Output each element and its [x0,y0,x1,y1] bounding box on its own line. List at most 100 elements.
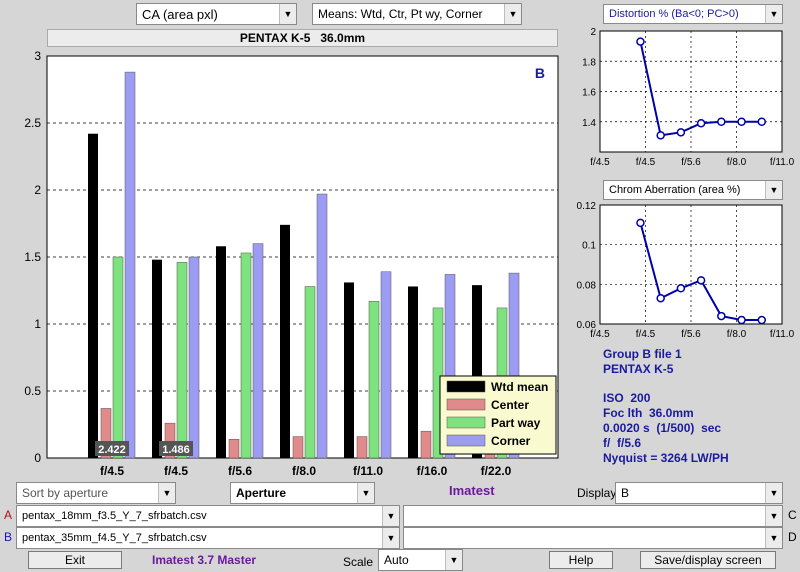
display-select-value: B [621,486,630,500]
file-d-select[interactable]: ▼ [403,527,783,549]
scale-select[interactable]: Auto ▼ [378,549,463,571]
legend-label: Center [491,398,529,412]
x-tick-label: f/4.5 [100,464,124,478]
bar [344,282,354,458]
data-point [656,293,665,303]
help-button[interactable]: Help [549,551,613,569]
x-tick-label: f/5.6 [681,329,701,340]
legend-label: Part way [491,416,541,430]
info-line-2: PENTAX K-5 [603,362,674,376]
data-point [696,119,706,128]
camera-title: PENTAX K-5 36.0mm [239,31,366,45]
exit-button[interactable]: Exit [28,551,122,569]
legend-label: Wtd mean [491,380,548,394]
bar [356,436,368,459]
distortion-select[interactable]: Distortion % (Ba<0; PC>0) ▼ [603,4,783,24]
brand-label: Imatest [449,483,495,498]
bar [124,71,136,459]
y-tick-label: 1 [34,317,41,331]
y-tick-label: 2.5 [24,116,41,130]
chevron-down-icon: ▼ [504,4,521,24]
y-tick-label: 1.8 [582,57,596,68]
x-tick-label: f/5.6 [228,464,252,478]
bar [228,438,240,459]
row-a-label: A [4,508,13,522]
chrom-aberration-select[interactable]: Chrom Aberration (area %) ▼ [603,180,783,200]
bar [176,262,188,459]
info-line-3: ISO 200 [603,391,651,405]
file-c-select[interactable]: ▼ [403,505,783,527]
data-point [757,117,767,126]
y-tick-label: 0 [34,451,41,465]
y-tick-label: 0.5 [24,384,41,398]
chevron-down-icon: ▼ [765,181,782,199]
x-tick-label: f/4.5 [590,157,610,168]
info-line-5: 0.0020 s (1/500) sec [603,421,722,435]
sort-select-value: Sort by aperture [22,486,109,500]
x-tick-label: f/4.5 [636,157,656,168]
chevron-down-icon: ▼ [357,483,374,503]
distortion-chart: f/4.5 f/4.5 f/5.6 f/8.0 f/11.0 1.4 1.6 1.8 2 [582,27,794,168]
bar [88,133,98,458]
file-b-select[interactable]: pentax_35mm_f4.5_Y_7_sfrbatch.csv ▼ [16,527,400,549]
bar [188,256,200,459]
display-select[interactable]: B ▼ [615,482,783,504]
scale-label: Scale [343,555,374,569]
legend-swatch [446,434,486,447]
version-label: Imatest 3.7 Master [152,553,257,567]
x-tick-label: f/22.0 [481,464,512,478]
row-c-label: C [788,508,797,522]
chevron-down-icon: ▼ [765,528,782,548]
legend: Wtd mean Center Part way Corner [439,375,557,455]
means-select[interactable]: Means: Wtd, Ctr, Pt wy, Corner ▼ [312,3,522,25]
bar [420,430,432,459]
x-tick-label: f/11.0 [353,464,383,478]
x-tick-label: f/11.0 [770,329,795,340]
chevron-down-icon: ▼ [382,528,399,548]
means-select-value: Means: Wtd, Ctr, Pt wy, Corner [318,7,483,21]
camera-title-box: PENTAX K-5 36.0mm [47,29,558,47]
chrom-aberration-chart: f/4.5 f/4.5 f/5.6 f/8.0 f/11.00.060.080.10.1… [577,201,795,340]
info-line-1: Group B file 1 [603,347,682,361]
y-tick-label: 0.08 [577,280,597,291]
x-axis-select[interactable]: Aperture ▼ [230,482,375,504]
bar [112,256,124,459]
bar [280,224,290,458]
x-tick-label: f/16.0 [417,464,448,478]
bar [240,252,252,459]
bar [304,286,316,459]
y-tick-label: 1.5 [24,250,41,264]
value-label: 2.422 [98,444,126,456]
legend-swatch [446,398,486,411]
main-bar-chart: 0 0.5 1 1.5 2 2.5 3 f/4.5 f/4.5 f/5.6 f/8.0 f/11.0… [24,49,559,478]
group-label: B [535,65,545,81]
legend-swatch [446,416,486,429]
file-b-value: pentax_35mm_f4.5_Y_7_sfrbatch.csv [22,532,207,544]
x-tick-label: f/4.5 [636,329,656,340]
row-d-label: D [788,530,797,544]
file-a-select[interactable]: pentax_18mm_f3.5_Y_7_sfrbatch.csv ▼ [16,505,400,527]
y-tick-label: 3 [34,49,41,63]
x-tick-label: f/5.6 [681,157,701,168]
metric-select[interactable]: CA (area pxl) ▼ [136,3,297,25]
bar [252,243,264,459]
display-label: Display [577,486,617,500]
data-point [636,218,645,228]
data-point [676,284,686,293]
file-a-value: pentax_18mm_f3.5_Y_7_sfrbatch.csv [22,510,207,522]
distortion-select-value: Distortion % (Ba<0; PC>0) [609,8,739,20]
chevron-down-icon: ▼ [765,506,782,526]
y-tick-label: 2 [34,183,41,197]
metric-select-value: CA (area pxl) [142,6,218,22]
chevron-down-icon: ▼ [279,4,296,24]
value-label: 1.486 [162,444,190,456]
save-display-button[interactable]: Save/display screen [640,551,776,569]
data-point [656,131,665,140]
data-point [636,37,645,46]
y-tick-label: 1.4 [582,118,596,129]
sort-select[interactable]: Sort by aperture ▼ [16,482,176,504]
legend-swatch [446,380,486,393]
chevron-down-icon: ▼ [765,5,782,23]
chevron-down-icon: ▼ [765,483,782,503]
x-axis-select-value: Aperture [236,486,287,500]
